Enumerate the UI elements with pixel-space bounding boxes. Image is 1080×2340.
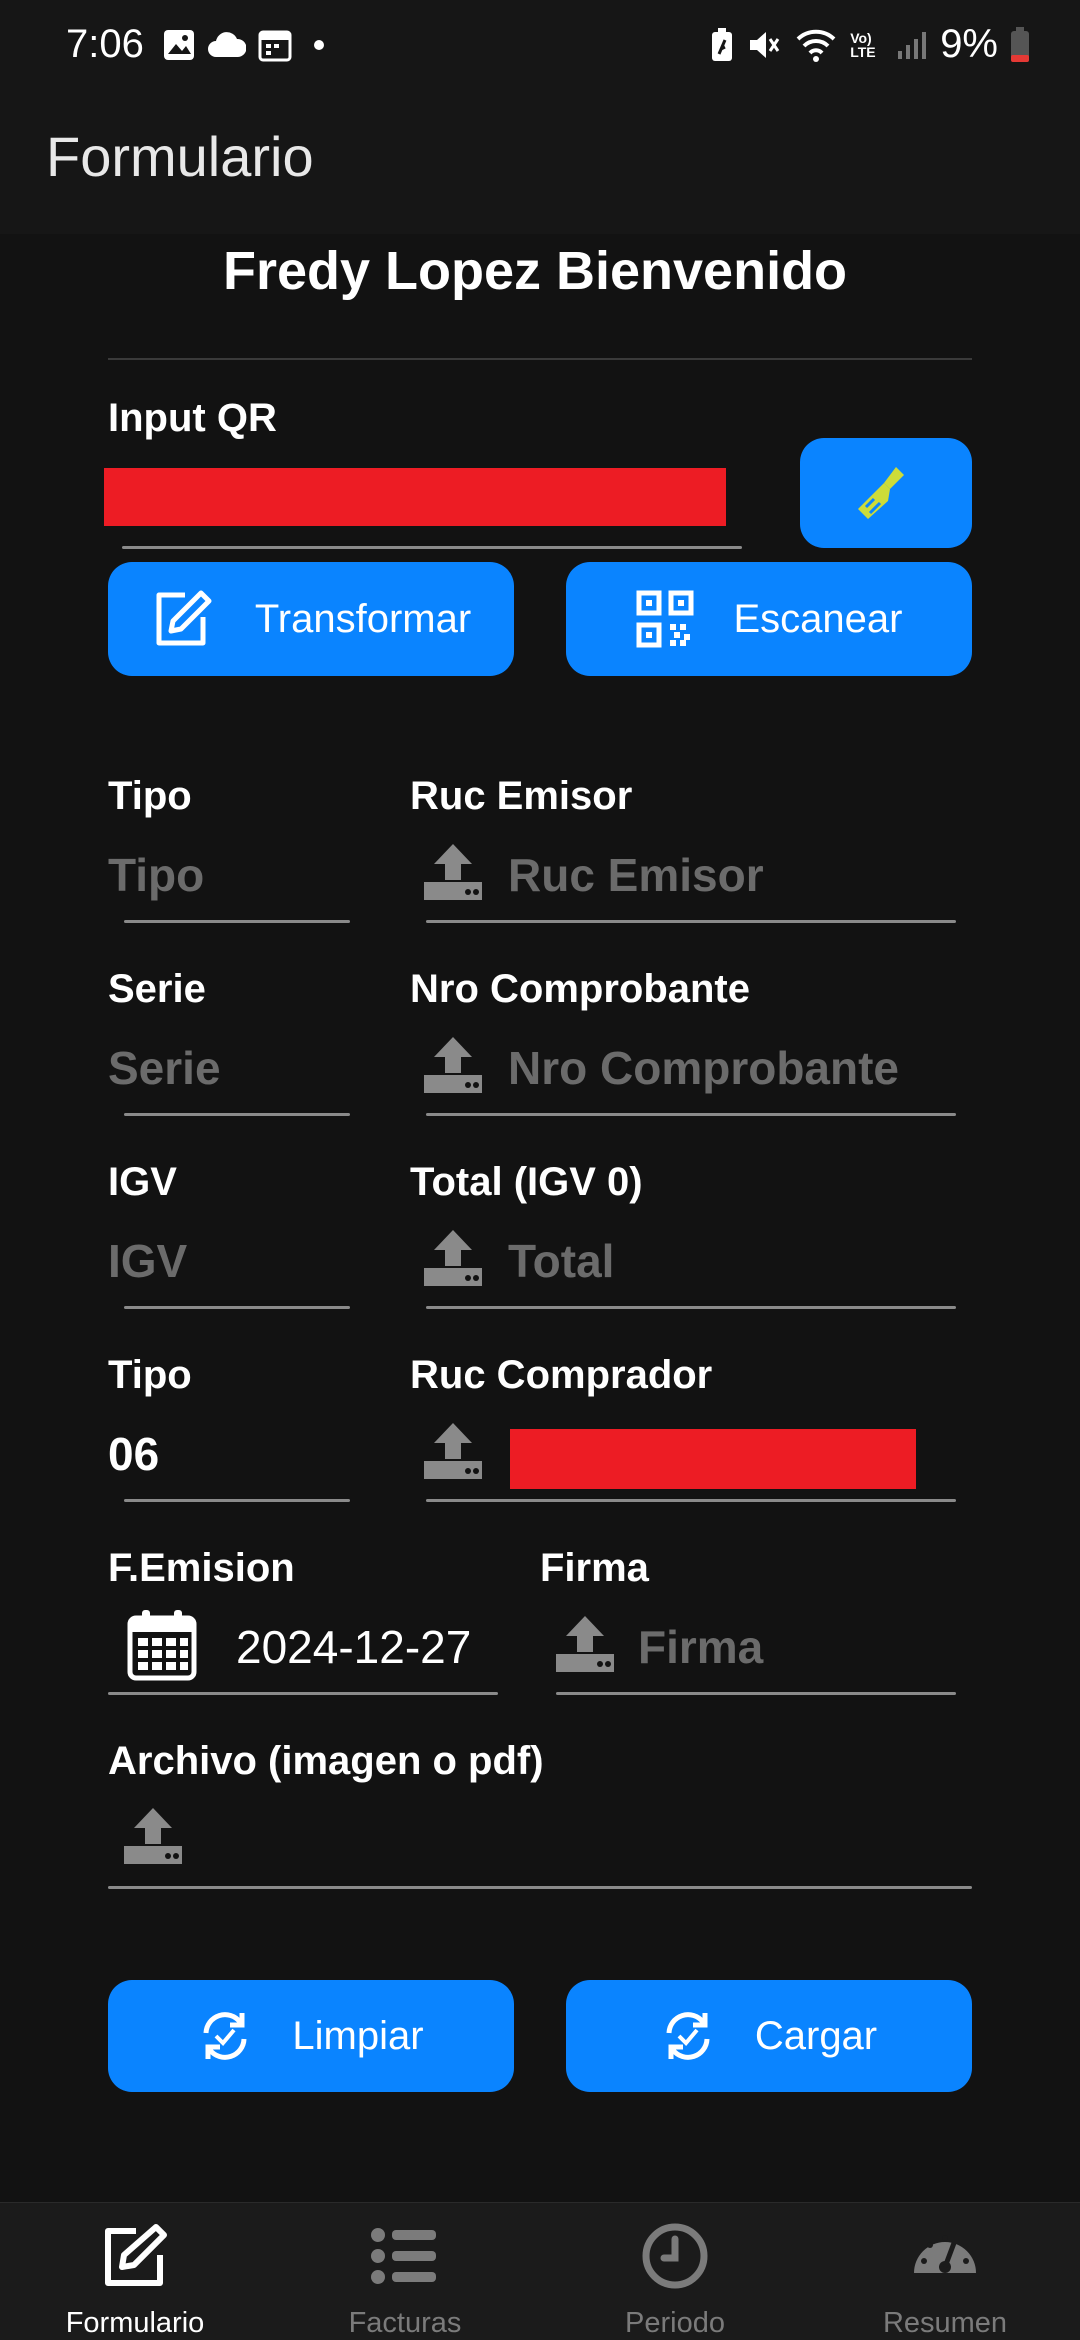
signal-icon — [898, 31, 927, 59]
upload-icon[interactable] — [552, 1614, 618, 1674]
serie-underline — [124, 1113, 350, 1116]
calendar-icon[interactable] — [126, 1608, 198, 1682]
volte-indicator: Vo) LTE — [850, 29, 876, 60]
ruc-comprador-label: Ruc Comprador — [410, 1353, 713, 1397]
firma-input[interactable]: Firma — [638, 1620, 763, 1674]
firma-underline — [556, 1692, 956, 1695]
nro-comprobante-underline — [426, 1113, 956, 1116]
calendar-icon — [258, 30, 292, 62]
ruc-emisor-underline — [426, 920, 956, 923]
scan-label: Escanear — [733, 596, 903, 641]
upload-icon[interactable] — [420, 1421, 486, 1481]
scan-button[interactable]: Escanear — [566, 562, 972, 676]
sync-icon — [666, 2012, 710, 2060]
mute-icon — [750, 31, 780, 58]
ruc-comprador-underline — [426, 1499, 956, 1502]
clock-icon — [642, 2223, 708, 2289]
cloud-icon — [208, 32, 246, 57]
nav-label: Periodo — [625, 2307, 725, 2339]
femision-label: F.Emision — [108, 1546, 295, 1590]
load-label: Cargar — [754, 2013, 878, 2058]
sync-icon — [203, 2012, 247, 2060]
archivo-underline — [108, 1886, 972, 1889]
upload-icon[interactable] — [420, 842, 486, 902]
gallery-icon — [164, 30, 194, 60]
serie-input[interactable]: Serie — [108, 1041, 221, 1095]
gauge-icon — [914, 2235, 976, 2273]
dot-icon — [314, 40, 324, 50]
nav-facturas[interactable]: Facturas — [270, 2203, 540, 2340]
femision-input[interactable]: 2024-12-27 — [236, 1620, 471, 1674]
nav-label: Resumen — [882, 2307, 1008, 2339]
ruc-emisor-label: Ruc Emisor — [410, 774, 633, 818]
tipo-label: Tipo — [108, 774, 192, 818]
battery-saver-icon — [712, 27, 733, 61]
upload-icon[interactable] — [420, 1035, 486, 1095]
app-bar: Formulario — [0, 96, 1080, 234]
tipo-2-underline — [124, 1499, 350, 1502]
serie-label: Serie — [108, 967, 206, 1011]
nav-label: Formulario — [65, 2307, 205, 2339]
archivo-label: Archivo (imagen o pdf) — [108, 1739, 544, 1783]
total-label: Total (IGV 0) — [410, 1160, 643, 1204]
tipo-input[interactable]: Tipo — [108, 848, 204, 902]
redacted-qr-value — [104, 468, 726, 526]
nav-resumen[interactable]: Resumen — [810, 2203, 1080, 2340]
battery-icon — [1011, 26, 1029, 62]
igv-input[interactable]: IGV — [108, 1234, 187, 1288]
status-time: 7:06 — [66, 22, 144, 66]
welcome-heading: Fredy Lopez Bienvenido — [222, 241, 848, 301]
ruc-emisor-input[interactable]: Ruc Emisor — [508, 848, 764, 902]
redacted-ruc-comprador — [510, 1429, 916, 1489]
input-qr-underline — [122, 546, 742, 549]
edit-icon — [156, 590, 212, 646]
clear-qr-button[interactable] — [800, 438, 972, 548]
tipo-2-label: Tipo — [108, 1353, 192, 1397]
upload-icon[interactable] — [420, 1228, 486, 1288]
total-underline — [426, 1306, 956, 1309]
divider — [108, 358, 972, 360]
qr-code-icon — [636, 590, 693, 648]
nav-periodo[interactable]: Periodo — [540, 2203, 810, 2340]
nro-comprobante-input[interactable]: Nro Comprobante — [508, 1041, 899, 1095]
broom-icon — [858, 467, 904, 519]
transform-label: Transformar — [254, 596, 472, 641]
page-title: Formulario — [46, 125, 314, 188]
status-left-icons — [162, 28, 334, 62]
igv-underline — [124, 1306, 350, 1309]
femision-underline — [108, 1692, 498, 1695]
clear-button[interactable]: Limpiar — [108, 1980, 514, 2092]
list-icon — [371, 2228, 436, 2284]
bottom-nav: Formulario Facturas Periodo Resumen — [0, 2202, 1080, 2340]
transform-button[interactable]: Transformar — [108, 562, 514, 676]
total-input[interactable]: Total — [508, 1234, 614, 1288]
igv-label: IGV — [108, 1160, 177, 1204]
tipo-2-input[interactable]: 06 — [108, 1427, 159, 1481]
tipo-underline — [124, 920, 350, 923]
firma-label: Firma — [540, 1546, 649, 1590]
load-button[interactable]: Cargar — [566, 1980, 972, 2092]
nav-label: Facturas — [348, 2307, 462, 2339]
nro-comprobante-label: Nro Comprobante — [410, 967, 750, 1011]
status-right-icons: Vo) LTE 9% — [710, 22, 1030, 67]
edit-icon — [105, 2224, 167, 2286]
input-qr-label: Input QR — [108, 396, 277, 440]
status-bar: 7:06 Vo) LTE 9% — [0, 0, 1080, 96]
nav-formulario[interactable]: Formulario — [0, 2203, 270, 2340]
clear-label: Limpiar — [292, 2013, 424, 2058]
upload-icon[interactable] — [120, 1806, 186, 1866]
wifi-icon — [796, 29, 836, 62]
battery-percent: 9% — [940, 22, 998, 66]
